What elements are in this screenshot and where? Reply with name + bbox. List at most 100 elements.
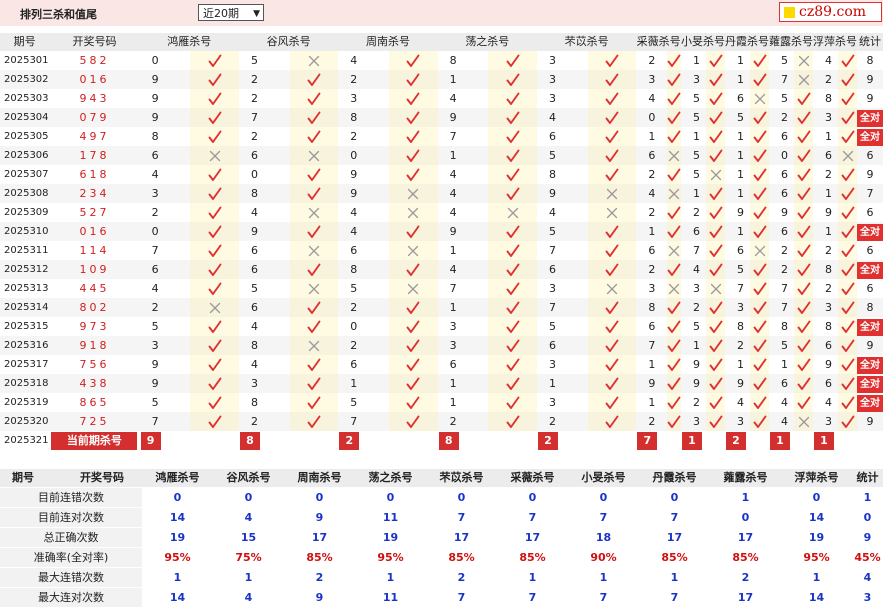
kill-number: 0 [338,317,389,336]
kill-result [667,412,681,431]
cross-icon [605,206,619,220]
kill-number: 6 [813,374,838,393]
row-period: 2025308 [0,184,49,203]
check-icon [506,73,520,87]
check-icon [667,168,681,182]
kill-number: 5 [681,89,706,108]
kill-number: 9 [813,203,838,222]
summary-value: 4 [213,588,284,607]
table-row: 202531344545573337726 [0,279,883,298]
check-icon [753,73,767,87]
summary-value: 7 [568,508,639,528]
row-draw-number: 445 [49,279,139,298]
table-row: 202531111476617676226 [0,241,883,260]
cross-icon [406,206,420,220]
check-icon [406,130,420,144]
kill-number: 2 [239,89,290,108]
current-prediction-cell: 2 [338,431,437,450]
kill-result [290,127,339,146]
row-draw-number: 943 [49,89,139,108]
check-icon [406,92,420,106]
row-draw-number: 109 [49,260,139,279]
check-icon [208,168,222,182]
header-expert: 鸿雁杀号 [140,33,239,51]
check-icon [753,168,767,182]
kill-number: 5 [769,89,794,108]
summary-header-expert: 小旻杀号 [568,469,639,488]
kill-result [190,317,239,336]
summary-value: 90% [568,548,639,568]
summary-header: 期号开奖号码鸿雁杀号谷风杀号周南杀号荡之杀号芣苡杀号采薇杀号小旻杀号丹霞杀号蕹露… [0,469,883,488]
check-icon [797,320,811,334]
kill-number: 3 [239,374,290,393]
kill-number: 2 [338,336,389,355]
kill-result [488,298,537,317]
summary-value: 95% [142,548,213,568]
kill-result [389,355,438,374]
summary-label: 总正确次数 [0,528,142,548]
summary-value: 0 [426,488,497,508]
summary-header-expert: 芣苡杀号 [426,469,497,488]
summary-value: 9 [284,588,355,607]
kill-result [794,165,813,184]
period-range-select[interactable]: 近20期 ▼ [198,4,264,21]
kill-number: 2 [239,412,290,431]
check-icon [307,168,321,182]
kill-number: 4 [239,317,290,336]
summary-header-expert: 周南杀号 [284,469,355,488]
site-logo[interactable]: cz89.com [779,2,882,22]
check-icon [208,187,222,201]
kill-number: 6 [813,336,838,355]
kill-result [838,70,857,89]
check-icon [841,54,855,68]
kill-number: 6 [438,355,489,374]
row-stat: 6 [857,146,883,165]
kill-number: 1 [438,241,489,260]
summary-stat: 1 [852,488,883,508]
row-period: 2025311 [0,241,49,260]
cross-icon [307,244,321,258]
kill-number: 3 [537,89,588,108]
kill-result [588,146,637,165]
summary-value: 19 [781,528,852,548]
kill-number: 3 [813,298,838,317]
kill-result [488,317,537,336]
kill-result [750,165,769,184]
summary-value: 1 [497,568,568,588]
kill-result [488,165,537,184]
cross-icon [797,415,811,429]
kill-number: 3 [537,51,588,70]
summary-value: 19 [142,528,213,548]
kill-number: 2 [140,203,191,222]
kill-result [389,412,438,431]
kill-number: 3 [537,393,588,412]
check-icon [506,415,520,429]
kill-number: 1 [725,70,750,89]
kill-result [290,298,339,317]
kill-number: 5 [140,317,191,336]
row-draw-number: 756 [49,355,139,374]
check-icon [841,244,855,258]
check-icon [667,206,681,220]
kill-number: 5 [769,336,794,355]
kill-result [667,355,681,374]
kill-result [838,412,857,431]
check-icon [667,130,681,144]
header-expert: 浮萍杀号 [813,33,857,51]
check-icon [605,301,619,315]
cross-icon [841,149,855,163]
kill-result [750,298,769,317]
check-icon [841,339,855,353]
check-icon [506,187,520,201]
top-bar: 排列三杀和值尾 近20期 ▼ cz89.com [0,0,883,26]
kill-number: 2 [438,412,489,431]
kill-result [750,355,769,374]
kill-number: 2 [338,298,389,317]
row-period: 2025303 [0,89,49,108]
kill-result [667,298,681,317]
kill-result [389,203,438,222]
check-icon [406,396,420,410]
cross-icon [307,54,321,68]
check-icon [506,130,520,144]
kill-result [290,374,339,393]
